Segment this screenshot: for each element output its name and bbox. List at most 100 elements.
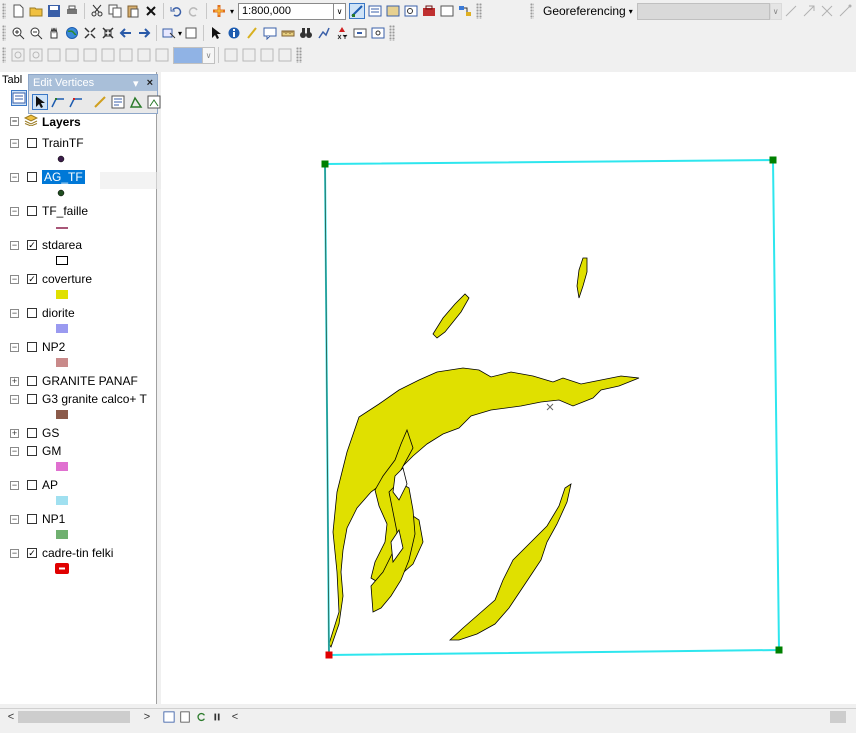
map-view[interactable] <box>161 72 856 704</box>
layer-visibility-checkbox[interactable] <box>27 342 37 352</box>
toolbar-grip[interactable] <box>2 3 6 19</box>
layer-item[interactable]: − GM <box>10 444 61 458</box>
delete-icon[interactable] <box>143 3 159 19</box>
chevron-down-icon[interactable]: ∨ <box>334 2 346 20</box>
pause-drawing-icon[interactable] <box>211 711 223 723</box>
add-data-dropdown-icon[interactable]: ▾ <box>228 3 236 20</box>
collapse-icon[interactable]: − <box>10 308 19 318</box>
layer-symbol-icon[interactable] <box>56 220 68 234</box>
layer-symbol-icon[interactable] <box>56 186 66 200</box>
layer-item[interactable]: − ✓ cadre-tin felki <box>10 546 113 560</box>
horizontal-scrollbar[interactable]: < > < <box>0 708 856 724</box>
create-viewer-window-icon[interactable] <box>370 25 386 41</box>
clear-selection-icon[interactable] <box>183 25 199 41</box>
editor-toolbar-icon[interactable] <box>349 3 365 19</box>
collapse-icon[interactable]: − <box>10 172 19 182</box>
map-scroll-thumb[interactable] <box>830 711 846 723</box>
vertex-handle-selected[interactable] <box>325 651 333 659</box>
layer-symbol-icon[interactable] <box>56 322 68 336</box>
layer-item[interactable]: − NP1 <box>10 512 65 526</box>
arctoolbox-icon[interactable] <box>421 3 437 19</box>
georeferencing-menu[interactable]: Georeferencing <box>537 4 629 18</box>
layer-name[interactable]: NP2 <box>42 340 65 354</box>
fixed-zoom-in-layout-icon[interactable] <box>100 47 116 63</box>
find-binoculars-icon[interactable] <box>298 25 314 41</box>
measure-icon[interactable] <box>280 25 296 41</box>
layout-zoom-in-icon[interactable] <box>10 47 26 63</box>
table-of-contents-icon[interactable] <box>367 3 383 19</box>
collapse-icon[interactable]: − <box>10 548 19 558</box>
layout-pan-icon[interactable] <box>46 47 62 63</box>
collapse-icon[interactable]: − <box>10 117 19 126</box>
vertex-handle[interactable] <box>775 646 783 654</box>
toolbar-overflow-icon[interactable] <box>389 25 396 41</box>
modify-sketch-vertices-icon[interactable] <box>32 94 48 110</box>
select-elements-arrow-icon[interactable] <box>208 25 224 41</box>
layer-symbol-icon[interactable] <box>56 254 68 268</box>
layer-item[interactable]: − TrainTF <box>10 136 84 150</box>
layers-root[interactable]: − Layers <box>10 114 81 129</box>
layer-item[interactable]: − diorite <box>10 306 75 320</box>
toolbar-grip[interactable] <box>530 3 534 19</box>
scroll-left-button[interactable]: < <box>4 710 18 724</box>
redo-icon[interactable] <box>186 3 202 19</box>
layer-visibility-checkbox[interactable] <box>27 446 37 456</box>
modelbuilder-icon[interactable] <box>457 3 473 19</box>
copy-icon[interactable] <box>107 3 123 19</box>
cut-icon[interactable] <box>89 3 105 19</box>
expand-icon[interactable]: + <box>10 428 19 438</box>
zoom-in-icon[interactable] <box>10 25 26 41</box>
go-to-xy-icon[interactable] <box>334 25 350 41</box>
hyperlink-icon[interactable] <box>244 25 260 41</box>
layer-visibility-checkbox[interactable] <box>27 138 37 148</box>
refresh-icon[interactable] <box>195 711 207 723</box>
save-icon[interactable] <box>46 3 62 19</box>
layer-name[interactable]: TrainTF <box>42 136 84 150</box>
toolbar-grip[interactable] <box>2 47 6 63</box>
forward-extent-icon[interactable] <box>136 25 152 41</box>
coverture-polygon-small-1[interactable] <box>432 293 470 339</box>
select-features-icon[interactable] <box>161 25 177 41</box>
finish-sketch-icon[interactable] <box>128 94 144 110</box>
layout-zoom-percent-input[interactable] <box>173 46 203 64</box>
add-vertex-icon[interactable] <box>50 94 66 110</box>
layer-visibility-checkbox[interactable] <box>27 308 37 318</box>
layer-item[interactable]: + GRANITE PANAF <box>10 374 138 388</box>
zoom-100-icon[interactable] <box>82 47 98 63</box>
layer-symbol-icon[interactable] <box>54 562 70 578</box>
layer-item[interactable]: − ✓ coverture <box>10 272 92 286</box>
collapse-icon[interactable]: − <box>10 342 19 352</box>
layout-zoom-out-icon[interactable] <box>28 47 44 63</box>
layer-name[interactable]: TF_faille <box>42 204 88 218</box>
layer-item[interactable]: − ✓ stdarea <box>10 238 82 252</box>
focus-data-frame-icon[interactable] <box>241 47 257 63</box>
toggle-draft-mode-icon[interactable] <box>223 47 239 63</box>
layer-visibility-checkbox[interactable] <box>27 480 37 490</box>
layer-visibility-checkbox[interactable] <box>27 376 37 386</box>
collapse-icon[interactable]: − <box>10 514 19 524</box>
paste-icon[interactable] <box>125 3 141 19</box>
layer-name[interactable]: AG_TF <box>42 170 85 184</box>
html-popup-icon[interactable] <box>262 25 278 41</box>
chevron-down-icon[interactable]: ∨ <box>769 2 782 20</box>
identify-icon[interactable] <box>226 25 242 41</box>
fixed-zoom-out-layout-icon[interactable] <box>118 47 134 63</box>
collapse-icon[interactable]: − <box>10 138 19 148</box>
toolbar-overflow-icon[interactable] <box>296 47 302 63</box>
layer-symbol-icon[interactable] <box>56 152 66 166</box>
open-folder-icon[interactable] <box>28 3 44 19</box>
full-extent-globe-icon[interactable] <box>64 25 80 41</box>
continue-feature-icon[interactable] <box>92 94 108 110</box>
print-icon[interactable] <box>64 3 80 19</box>
layer-name[interactable]: GRANITE PANAF <box>42 374 138 388</box>
layer-visibility-checkbox[interactable]: ✓ <box>27 240 37 250</box>
shift-icon[interactable] <box>801 3 817 19</box>
data-view-icon[interactable] <box>163 711 175 723</box>
change-layout-icon[interactable] <box>259 47 275 63</box>
layer-item[interactable]: − AG_TF <box>10 170 85 184</box>
sketch-properties-icon[interactable] <box>110 94 126 110</box>
coverture-features[interactable] <box>328 257 640 648</box>
collapse-icon[interactable]: − <box>10 394 19 404</box>
delete-vertex-icon[interactable] <box>68 94 84 110</box>
layer-name[interactable]: cadre-tin felki <box>42 546 113 560</box>
